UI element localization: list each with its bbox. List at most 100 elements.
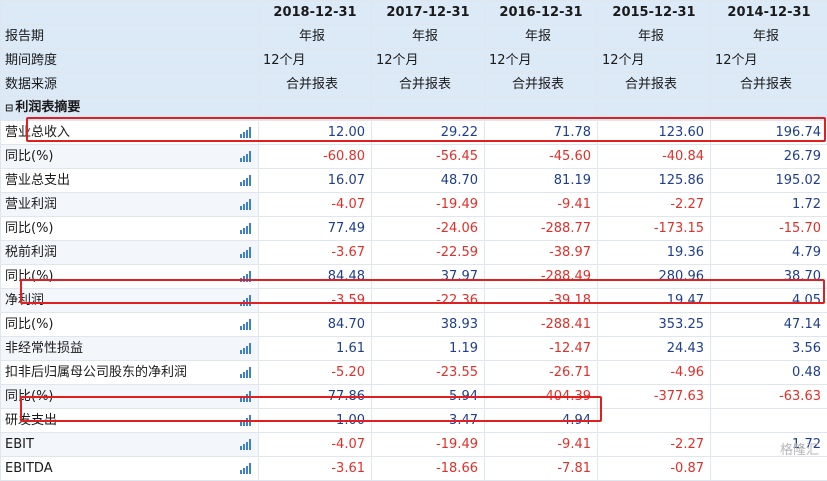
- table-row[interactable]: 扣非后归属母公司股东的净利润-5.20-23.55-26.71-4.960.48: [1, 361, 827, 385]
- cell: -377.63: [598, 385, 711, 409]
- cell: -26.71: [485, 361, 598, 385]
- column-header[interactable]: 2017-12-31: [372, 1, 485, 25]
- cell: 71.78: [485, 121, 598, 145]
- row-label-text: 营业利润: [5, 197, 57, 212]
- cell: 年报: [598, 25, 711, 49]
- column-header[interactable]: 2014-12-31: [711, 1, 827, 25]
- table-row[interactable]: 净利润-3.59-22.36-39.1819.474.05: [1, 289, 827, 313]
- cell: 合并报表: [485, 73, 598, 97]
- table-row[interactable]: 营业利润-4.07-19.49-9.41-2.271.72: [1, 193, 827, 217]
- cell: 12个月: [372, 49, 485, 73]
- cell: -4.07: [259, 433, 372, 457]
- cell: -5.20: [259, 361, 372, 385]
- bar-chart-icon[interactable]: [240, 439, 252, 450]
- cell: 19.47: [598, 289, 711, 313]
- table-row[interactable]: 同比(%)84.4837.97-288.49280.9638.70: [1, 265, 827, 289]
- cell: 3.47: [372, 409, 485, 433]
- cell: 48.70: [372, 169, 485, 193]
- bar-chart-icon[interactable]: [240, 127, 252, 138]
- watermark: 格隆汇: [780, 439, 819, 458]
- row-label-text: 扣非后归属母公司股东的净利润: [5, 365, 187, 380]
- cell: -39.18: [485, 289, 598, 313]
- section-label[interactable]: ⊟利润表摘要: [1, 97, 259, 121]
- cell: 1.00: [259, 409, 372, 433]
- cell: [372, 97, 485, 121]
- bar-chart-icon[interactable]: [240, 223, 252, 234]
- cell: -24.06: [372, 217, 485, 241]
- cell: 年报: [372, 25, 485, 49]
- table-row[interactable]: EBITDA-3.61-18.66-7.81-0.87: [1, 457, 827, 481]
- profit-table: 2018-12-31 2017-12-31 2016-12-31 2015-12…: [0, 0, 827, 481]
- row-label: 净利润: [1, 289, 259, 313]
- bar-chart-icon[interactable]: [240, 271, 252, 282]
- row-label: 期间跨度: [1, 49, 259, 73]
- bar-chart-icon[interactable]: [240, 343, 252, 354]
- cell: 84.70: [259, 313, 372, 337]
- cell: -19.49: [372, 433, 485, 457]
- cell: -3.67: [259, 241, 372, 265]
- bar-chart-icon[interactable]: [240, 175, 252, 186]
- table-row[interactable]: 同比(%)77.49-24.06-288.77-173.15-15.70: [1, 217, 827, 241]
- cell: 196.74: [711, 121, 827, 145]
- bar-chart-icon[interactable]: [240, 295, 252, 306]
- cell: -9.41: [485, 193, 598, 217]
- bar-chart-icon[interactable]: [240, 247, 252, 258]
- row-label: 非经常性损益: [1, 337, 259, 361]
- section-row[interactable]: ⊟利润表摘要: [1, 97, 827, 121]
- row-label: EBITDA: [1, 457, 259, 481]
- row-label-text: 营业总支出: [5, 173, 70, 188]
- cell: -288.41: [485, 313, 598, 337]
- collapse-icon[interactable]: ⊟: [5, 103, 13, 114]
- table-row[interactable]: 同比(%)-60.80-56.45-45.60-40.8426.79: [1, 145, 827, 169]
- cell: 12个月: [598, 49, 711, 73]
- cell: 47.14: [711, 313, 827, 337]
- cell: -9.41: [485, 433, 598, 457]
- data-source-row: 数据来源 合并报表 合并报表 合并报表 合并报表 合并报表: [1, 73, 827, 97]
- row-label-text: 税前利润: [5, 245, 57, 260]
- cell: 合并报表: [259, 73, 372, 97]
- table-row[interactable]: 营业总收入12.0029.2271.78123.60196.74: [1, 121, 827, 145]
- cell: 84.48: [259, 265, 372, 289]
- row-label: EBIT: [1, 433, 259, 457]
- table-row[interactable]: 同比(%)77.865.94-404.39-377.63-63.63: [1, 385, 827, 409]
- cell: [259, 97, 372, 121]
- bar-chart-icon[interactable]: [240, 151, 252, 162]
- table-row[interactable]: 研发支出1.003.474.94: [1, 409, 827, 433]
- cell: -15.70: [711, 217, 827, 241]
- cell: 1.61: [259, 337, 372, 361]
- cell: -288.49: [485, 265, 598, 289]
- cell: -3.61: [259, 457, 372, 481]
- row-label-text: 同比(%): [5, 221, 54, 236]
- row-label-text: 同比(%): [5, 149, 54, 164]
- table-row[interactable]: 税前利润-3.67-22.59-38.9719.364.79: [1, 241, 827, 265]
- row-label: 扣非后归属母公司股东的净利润: [1, 361, 259, 385]
- column-header[interactable]: 2015-12-31: [598, 1, 711, 25]
- bar-chart-icon[interactable]: [240, 199, 252, 210]
- cell: -7.81: [485, 457, 598, 481]
- cell: 0.48: [711, 361, 827, 385]
- bar-chart-icon[interactable]: [240, 415, 252, 426]
- table-row[interactable]: 营业总支出16.0748.7081.19125.86195.02: [1, 169, 827, 193]
- cell: 195.02: [711, 169, 827, 193]
- column-header[interactable]: 2016-12-31: [485, 1, 598, 25]
- cell: 77.86: [259, 385, 372, 409]
- row-label: 营业总支出: [1, 169, 259, 193]
- cell: [598, 409, 711, 433]
- cell: -3.59: [259, 289, 372, 313]
- bar-chart-icon[interactable]: [240, 319, 252, 330]
- table-row[interactable]: EBIT-4.07-19.49-9.41-2.271.72: [1, 433, 827, 457]
- cell: 280.96: [598, 265, 711, 289]
- row-label: 营业利润: [1, 193, 259, 217]
- table-row[interactable]: 非经常性损益1.611.19-12.4724.433.56: [1, 337, 827, 361]
- cell: -22.36: [372, 289, 485, 313]
- cell: -60.80: [259, 145, 372, 169]
- cell: -23.55: [372, 361, 485, 385]
- column-header[interactable]: 2018-12-31: [259, 1, 372, 25]
- cell: 353.25: [598, 313, 711, 337]
- bar-chart-icon[interactable]: [240, 367, 252, 378]
- table-row[interactable]: 同比(%)84.7038.93-288.41353.2547.14: [1, 313, 827, 337]
- cell: [485, 97, 598, 121]
- bar-chart-icon[interactable]: [240, 463, 252, 474]
- bar-chart-icon[interactable]: [240, 391, 252, 402]
- cell: -173.15: [598, 217, 711, 241]
